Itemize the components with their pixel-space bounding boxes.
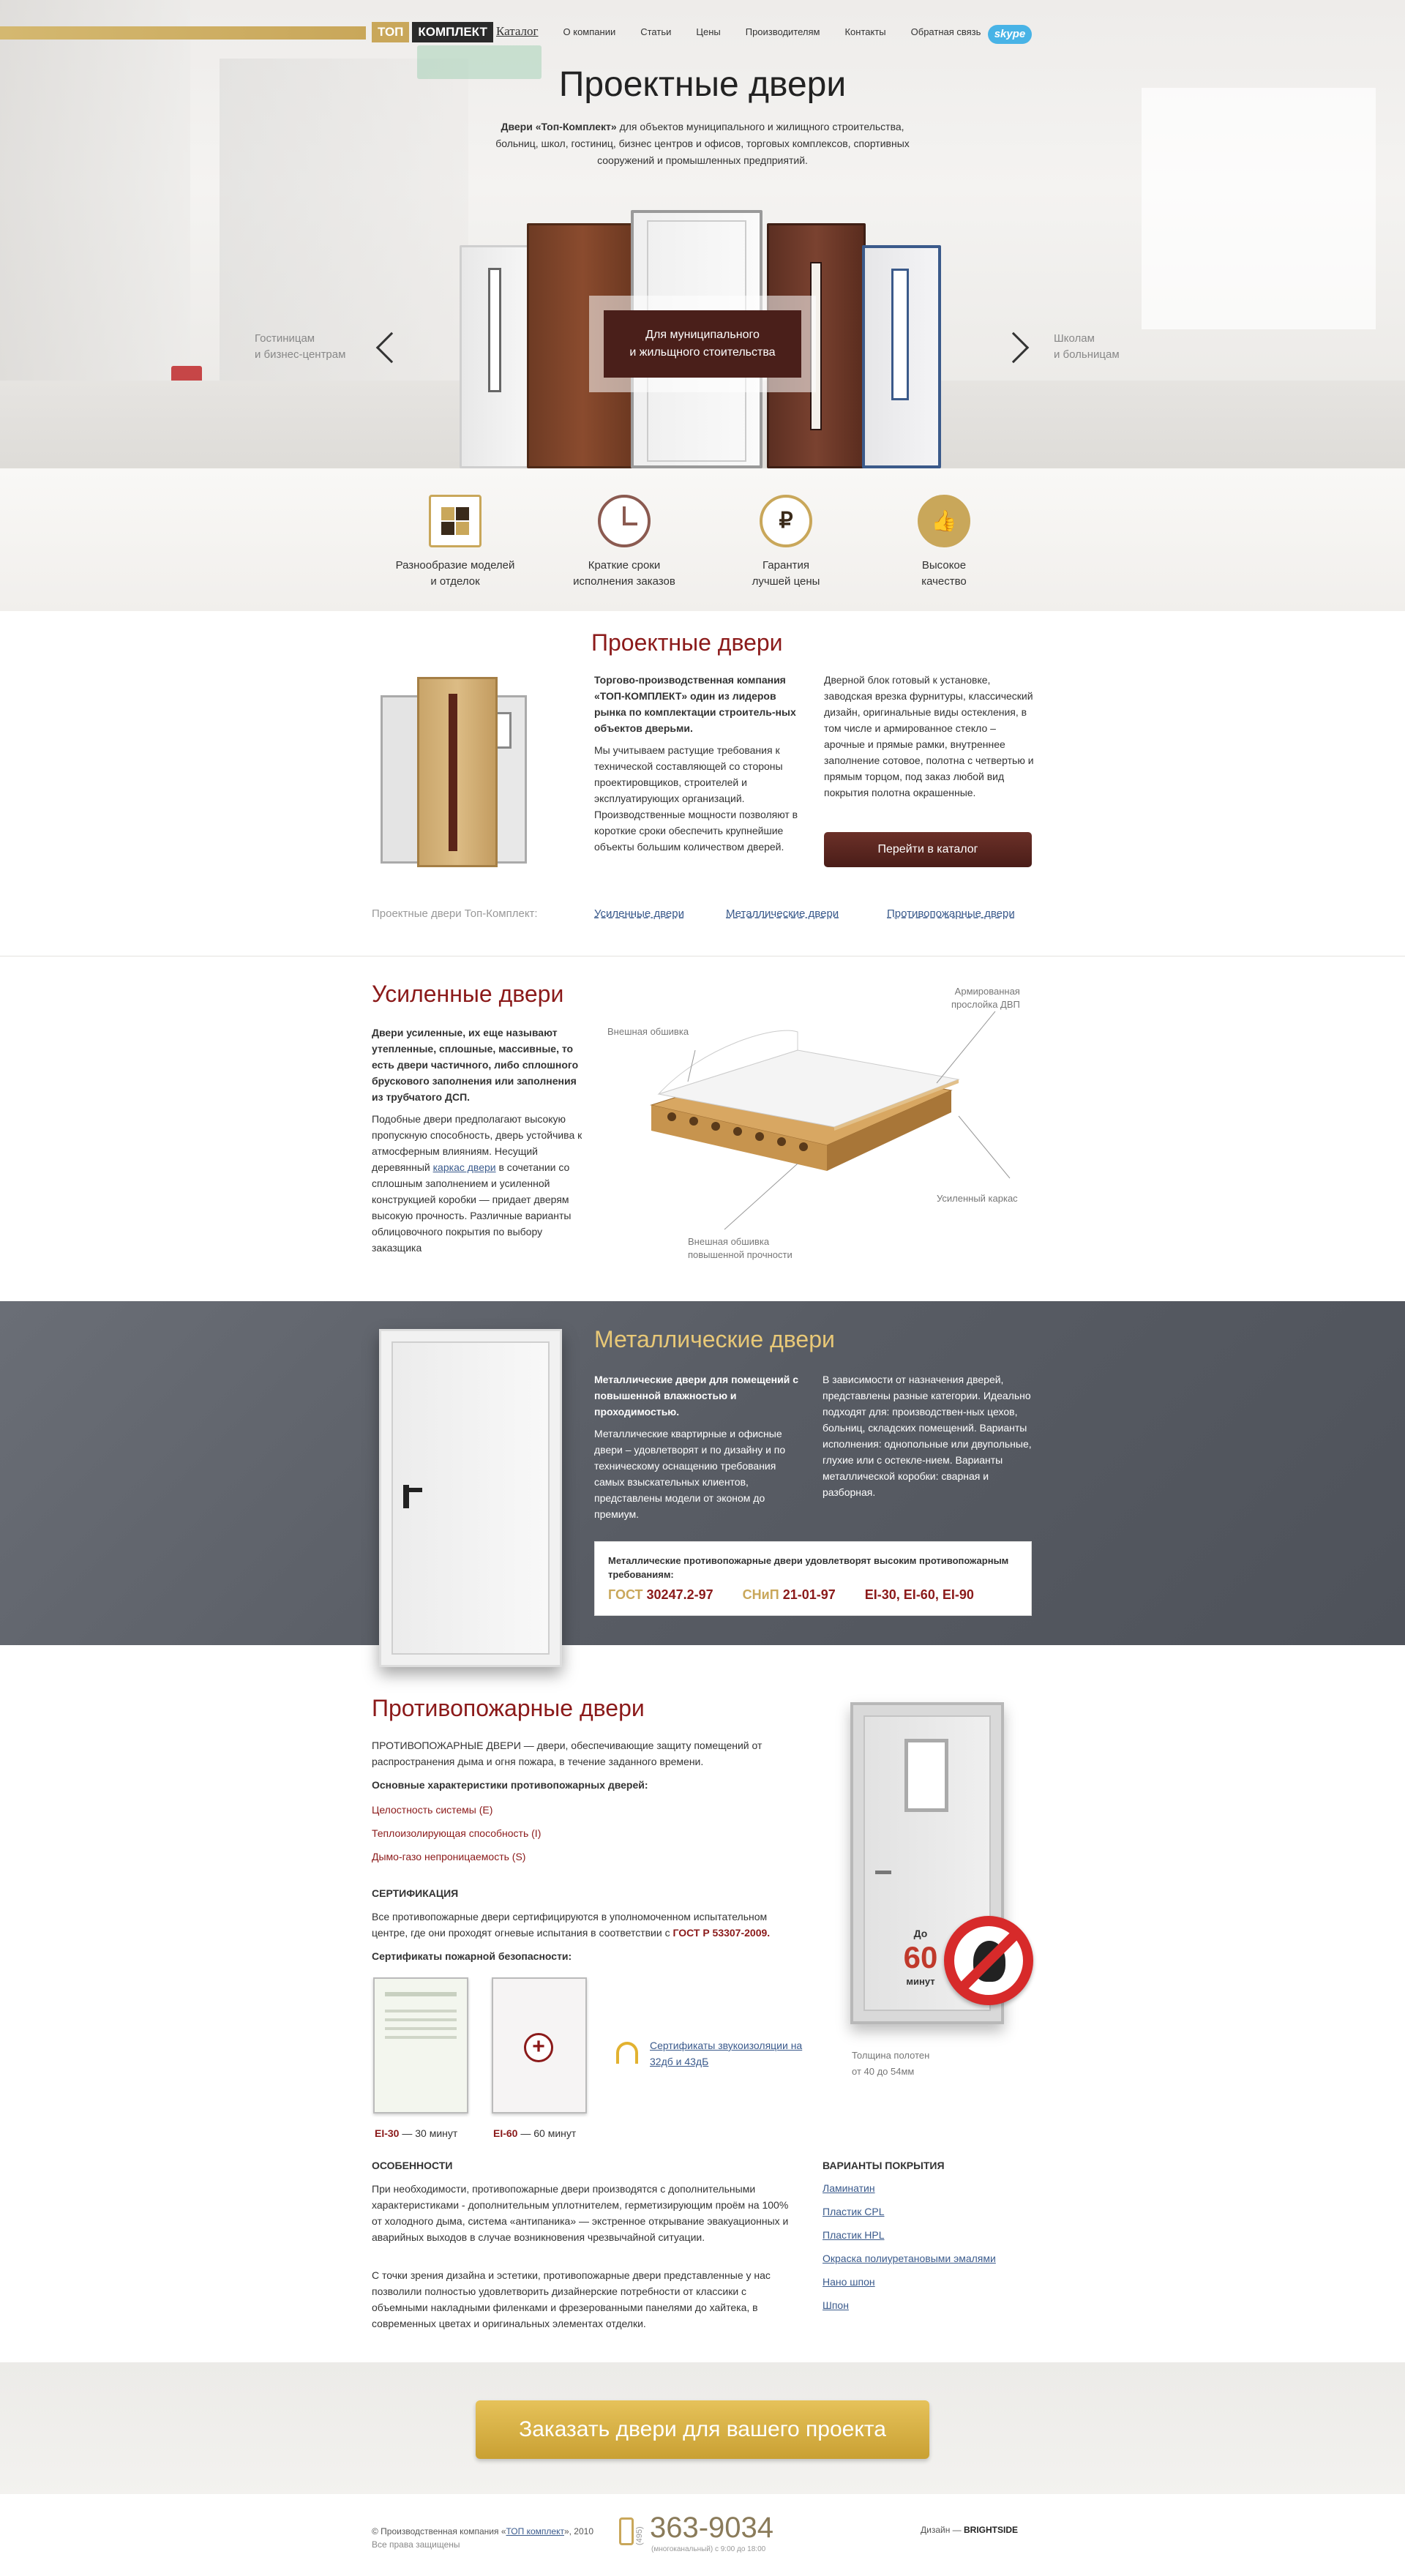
features-p2: С точки зрения дизайна и эстетики, проти… bbox=[372, 2269, 771, 2329]
project-doors-image bbox=[381, 677, 527, 867]
fire-chars-title: Основные характеристики противопожарных … bbox=[372, 1779, 648, 1791]
design-credit[interactable]: Дизайн — BRIGHTSIDE bbox=[921, 2525, 1018, 2535]
coating-laminatin[interactable]: Ламинатин bbox=[823, 2182, 875, 2194]
coating-polyurethane[interactable]: Окраска полиуретановыми эмалями bbox=[823, 2253, 996, 2264]
metal-title: Металлические двери bbox=[594, 1326, 835, 1352]
phone-hours: (многоканальный) с 9:00 до 18:00 bbox=[651, 2545, 766, 2553]
skype-button[interactable]: skype bbox=[988, 25, 1032, 44]
coating-cpl[interactable]: Пластик CPL bbox=[823, 2206, 885, 2217]
project-links-label: Проектные двери Топ-Комплект: bbox=[372, 907, 538, 920]
phone-icon bbox=[619, 2517, 634, 2545]
fire-requirements-box: Металлические противопожарные двери удов… bbox=[594, 1541, 1032, 1616]
cert-text: Все противопожарные двери сертифицируютс… bbox=[372, 1911, 771, 1939]
cert-ei30-caption: EI-30 — 30 минут bbox=[375, 2127, 458, 2139]
cert-title: СЕРТИФИКАЦИЯ bbox=[372, 1887, 459, 1899]
logo[interactable]: ТОП КОМПЛЕКТ bbox=[372, 22, 493, 42]
phone-number: 363-9034 bbox=[650, 2512, 774, 2544]
feature-quality: 👍 Высокое качество bbox=[863, 495, 1024, 590]
reinforced-title: Усиленные двери bbox=[372, 981, 564, 1007]
fire-intro: ПРОТИВОПОЖАРНЫЕ ДВЕРИ — двери, обеспечив… bbox=[372, 1740, 763, 1767]
ruble-icon: ₽ bbox=[760, 495, 812, 547]
door-layers-diagram bbox=[650, 1011, 1011, 1230]
fire-title: Противопожарные двери bbox=[372, 1695, 645, 1721]
feature-models: Разнообразие моделей и отделок bbox=[375, 495, 536, 590]
hero-lead: Двери «Топ-Комплект» для объектов муници… bbox=[495, 121, 910, 166]
project-col1: Торгово-производственная компания «ТОП-К… bbox=[594, 674, 798, 853]
fire-timer-label: До 60 минут bbox=[903, 1928, 938, 1987]
nav-item-manufacturers[interactable]: Производителям bbox=[746, 26, 820, 39]
hero-next-label[interactable]: Школам и больницам bbox=[1054, 331, 1120, 363]
coating-nano-veneer[interactable]: Нано шпон bbox=[823, 2276, 875, 2288]
nav-item-prices[interactable]: Цены bbox=[696, 26, 720, 39]
clock-icon bbox=[598, 495, 651, 547]
thumbs-up-icon: 👍 bbox=[918, 495, 970, 547]
features-p1: При необходимости, противопожарные двери… bbox=[372, 2183, 789, 2243]
headphones-icon bbox=[616, 2042, 638, 2064]
label-reinforced-frame: Усиленный каркас bbox=[937, 1193, 1018, 1204]
cert-ei30-image[interactable] bbox=[373, 1977, 468, 2113]
label-armored-layer: Армированная прослойка ДВП bbox=[951, 986, 1020, 1010]
safety-certs-title: Сертификаты пожарной безопасности: bbox=[372, 1950, 572, 1962]
thickness-note: Толщина полотен от 40 до 54мм bbox=[852, 2050, 930, 2077]
label-outer-skin: Внешная обшивка bbox=[607, 1026, 689, 1037]
metal-door-image bbox=[379, 1329, 562, 1667]
reinforced-text: Двери усиленные, их еще называют утеплен… bbox=[372, 1027, 582, 1254]
frame-link[interactable]: каркас двери bbox=[433, 1161, 496, 1173]
sound-certs-link[interactable]: Сертификаты звукоизоляции на 32дб и 43дБ bbox=[650, 2037, 803, 2070]
metal-col2: В зависимости от назначения дверей, пред… bbox=[823, 1374, 1032, 1498]
hero-door-blue-frame bbox=[862, 245, 941, 468]
features-title: ОСОБЕННОСТИ bbox=[372, 2160, 453, 2171]
fire-char-i: Теплоизолирующая способность (I) bbox=[372, 1827, 542, 1839]
coating-veneer[interactable]: Шпон bbox=[823, 2299, 849, 2311]
project-title: Проектные двери bbox=[591, 629, 783, 656]
footer-company-link[interactable]: ТОП комплект bbox=[506, 2526, 564, 2536]
zoom-icon[interactable]: + bbox=[524, 2033, 553, 2062]
page-title: Проектные двери bbox=[558, 65, 847, 104]
project-col2: Дверной блок готовый к установке, заводс… bbox=[824, 674, 1034, 798]
order-doors-button[interactable]: Заказать двери для вашего проекта bbox=[476, 2400, 929, 2459]
fire-char-e: Целостность системы (E) bbox=[372, 1804, 493, 1816]
hero-section: Проектные двери Двери «Топ-Комплект» для… bbox=[0, 0, 1405, 468]
grid-icon bbox=[429, 495, 482, 547]
hero-slide-badge: Для муниципального и жильщного стоительс… bbox=[604, 310, 801, 378]
hero-prev-label[interactable]: Гостиницам и бизнес-центрам bbox=[255, 331, 345, 363]
footer-copyright: © Производственная компания «ТОП комплек… bbox=[372, 2526, 593, 2550]
hero-next-arrow-icon[interactable] bbox=[997, 332, 1030, 364]
main-nav: Каталог О компании Статьи Цены Производи… bbox=[496, 24, 1005, 39]
nav-item-catalog[interactable]: Каталог bbox=[496, 24, 539, 39]
cert-ei60-caption: EI-60 — 60 минут bbox=[493, 2127, 577, 2139]
nav-item-feedback[interactable]: Обратная связь bbox=[911, 26, 981, 39]
no-fire-icon bbox=[944, 1916, 1033, 2005]
link-reinforced-doors[interactable]: Усиленные двери bbox=[594, 907, 684, 920]
link-fire-doors[interactable]: Противопожарные двери bbox=[887, 907, 1015, 920]
phone-code: (495) bbox=[635, 2526, 644, 2545]
coatings-title: ВАРИАНТЫ ПОКРЫТИЯ bbox=[823, 2160, 945, 2171]
metal-col1: Металлические двери для помещений с повы… bbox=[594, 1374, 798, 1520]
nav-item-about[interactable]: О компании bbox=[563, 26, 616, 39]
hero-bg-window bbox=[1142, 88, 1376, 329]
nav-item-contacts[interactable]: Контакты bbox=[844, 26, 885, 39]
header-gold-bar bbox=[0, 26, 366, 40]
link-metal-doors[interactable]: Металлические двери bbox=[726, 907, 839, 920]
cert-ei60-image[interactable]: + bbox=[492, 1977, 587, 2113]
coating-hpl[interactable]: Пластик HPL bbox=[823, 2229, 885, 2241]
fire-char-s: Дымо-газо непроницаемость (S) bbox=[372, 1851, 526, 1862]
label-strong-skin: Внешная обшивка повышенной прочности bbox=[688, 1236, 793, 1260]
nav-item-articles[interactable]: Статьи bbox=[640, 26, 671, 39]
hero-door-white-glass bbox=[460, 245, 530, 468]
feature-price: ₽ Гарантия лучшей цены bbox=[705, 495, 866, 590]
feature-fast: Краткие сроки исполнения заказов bbox=[544, 495, 705, 590]
go-to-catalog-button[interactable]: Перейти в каталог bbox=[824, 832, 1032, 867]
